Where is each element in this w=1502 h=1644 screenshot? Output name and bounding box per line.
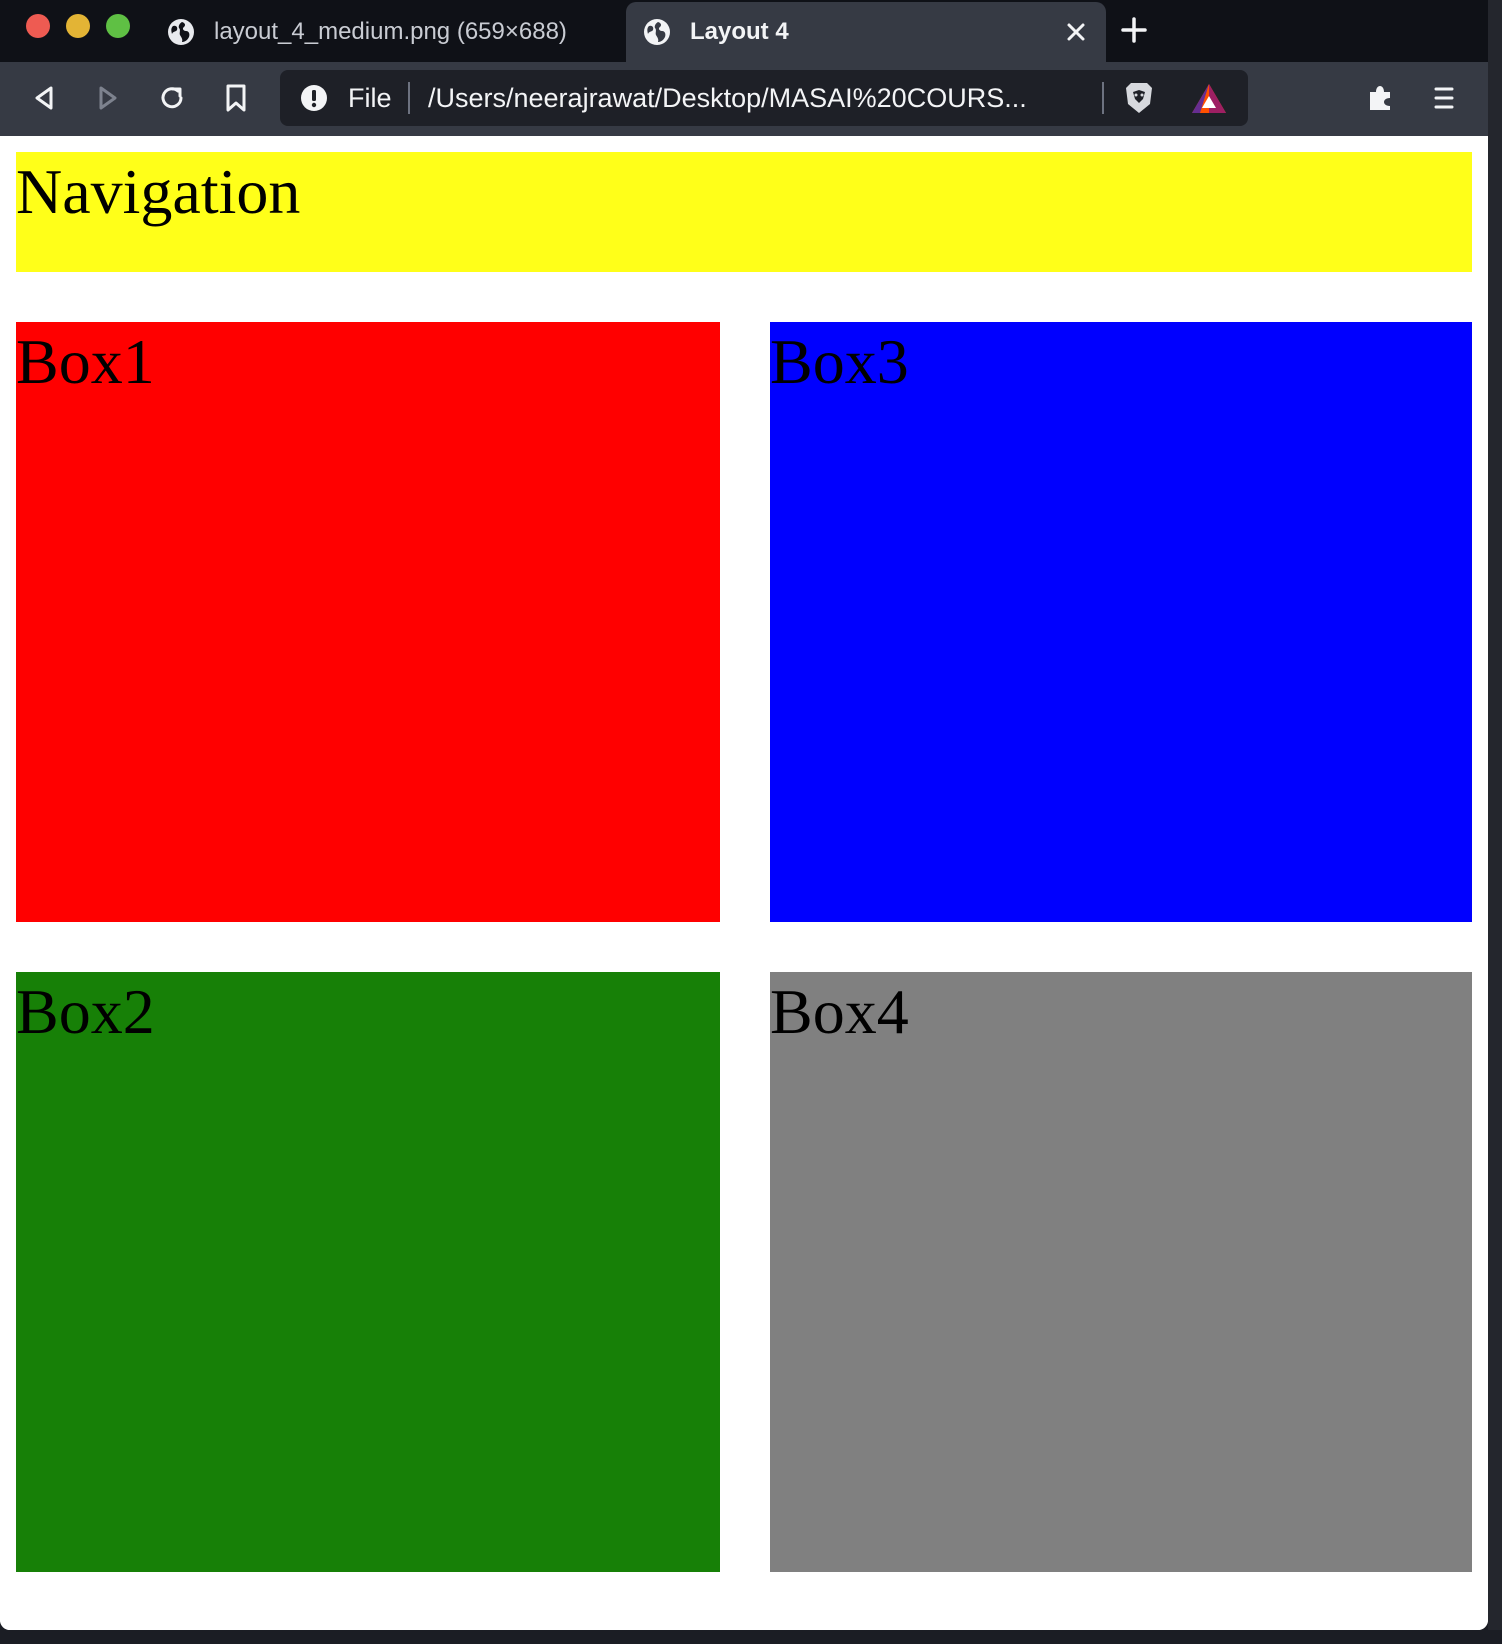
box-4: Box4: [770, 972, 1472, 1572]
tab-strip: layout_4_medium.png (659×688) Layout 4: [0, 0, 1488, 62]
background-edge: [1488, 0, 1502, 1644]
box-label: Box2: [16, 976, 155, 1047]
divider: [1102, 82, 1104, 114]
box-3: Box3: [770, 322, 1472, 922]
tab-layout-4[interactable]: Layout 4: [626, 2, 1106, 62]
forward-arrow-icon[interactable]: [90, 80, 126, 116]
browser-window: layout_4_medium.png (659×688) Layout 4 F…: [0, 0, 1488, 1630]
url-text[interactable]: /Users/neerajrawat/Desktop/MASAI%20COURS…: [428, 83, 1027, 114]
tab-title: Layout 4: [690, 18, 789, 45]
globe-icon: [166, 17, 196, 47]
info-icon[interactable]: [300, 84, 328, 112]
toolbar: File /Users/neerajrawat/Desktop/MASAI%20…: [0, 62, 1488, 136]
brave-shield-icon[interactable]: [1122, 80, 1156, 116]
minimize-window-button[interactable]: [66, 14, 90, 38]
close-icon[interactable]: [1064, 20, 1088, 44]
bookmark-icon[interactable]: [218, 80, 254, 116]
hamburger-menu-icon[interactable]: [1426, 80, 1462, 116]
page-content: Navigation Box1 Box3 Box2 Box4: [0, 136, 1488, 1630]
zoom-window-button[interactable]: [106, 14, 130, 38]
close-window-button[interactable]: [26, 14, 50, 38]
puzzle-icon[interactable]: [1362, 80, 1398, 116]
plus-icon[interactable]: [1118, 14, 1150, 46]
box-label: Box1: [16, 326, 155, 397]
brave-rewards-icon[interactable]: [1190, 82, 1228, 116]
back-arrow-icon[interactable]: [26, 80, 62, 116]
box-label: Box4: [770, 976, 909, 1047]
divider: [408, 82, 410, 114]
scheme-label: File: [348, 83, 392, 113]
background-bottom: [0, 1630, 1502, 1644]
tab-image[interactable]: layout_4_medium.png (659×688): [150, 2, 624, 62]
reload-icon[interactable]: [154, 80, 190, 116]
box-2: Box2: [16, 972, 720, 1572]
box-1: Box1: [16, 322, 720, 922]
tab-title: layout_4_medium.png (659×688): [214, 18, 567, 45]
navigation-bar: Navigation: [16, 152, 1472, 272]
address-bar[interactable]: File /Users/neerajrawat/Desktop/MASAI%20…: [280, 70, 1248, 126]
box-label: Box3: [770, 326, 909, 397]
navigation-label: Navigation: [16, 156, 301, 227]
globe-icon: [642, 17, 672, 47]
